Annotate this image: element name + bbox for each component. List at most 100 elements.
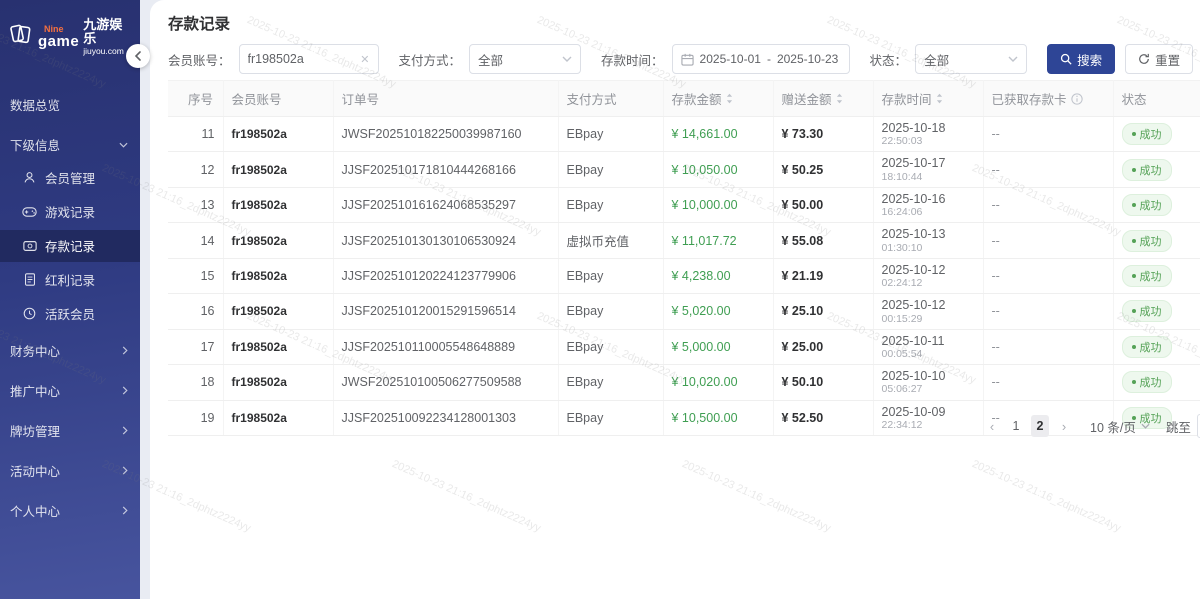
- cards-logo-icon: [8, 21, 34, 52]
- cell-amount: ¥ 14,661.00: [663, 117, 773, 152]
- deposit-date: 2025-10-12: [882, 298, 975, 312]
- sidebar-menu: 数据总览下级信息会员管理游戏记录存款记录红利记录活跃会员财务中心推广中心牌坊管理…: [0, 64, 140, 530]
- cell-method: EBpay: [558, 152, 663, 187]
- cell-no: 11: [168, 117, 223, 152]
- deposit-time: 05:06:27: [882, 383, 975, 395]
- cell-status: 成功: [1113, 117, 1200, 152]
- table-row: 12fr198502aJJSF202510171810444268166EBpa…: [168, 152, 1200, 187]
- refresh-icon: [1138, 53, 1150, 65]
- document-icon: [22, 273, 37, 286]
- cell-status: 成功: [1113, 258, 1200, 293]
- sidebar-item[interactable]: 会员管理: [0, 162, 140, 194]
- cell-amount: ¥ 4,238.00: [663, 258, 773, 293]
- status-text: 成功: [1140, 126, 1162, 142]
- date-end: 2025-10-23: [777, 52, 838, 66]
- cell-datetime: 2025-10-1202:24:12: [873, 258, 983, 293]
- filter-account: 会员账号： ✕: [168, 44, 379, 74]
- table-row: 14fr198502aJJSF202510130130106530924虚拟币充…: [168, 223, 1200, 258]
- jump-label: 跳至: [1166, 417, 1191, 436]
- reset-button[interactable]: 重置: [1125, 44, 1193, 74]
- status-value: 全部: [924, 50, 949, 69]
- cell-account: fr198502a: [223, 294, 333, 329]
- sidebar-collapse-button[interactable]: [126, 44, 150, 68]
- cell-no: 18: [168, 365, 223, 400]
- sidebar-item[interactable]: 个人中心: [0, 492, 140, 530]
- sidebar-item-label: 存款记录: [45, 236, 140, 255]
- status-select[interactable]: 全部: [915, 44, 1027, 74]
- cell-card: --: [983, 258, 1113, 293]
- payment-select[interactable]: 全部: [469, 44, 581, 74]
- records-table: 序号会员账号订单号支付方式存款金额赠送金额存款时间已获取存款卡状态 11fr19…: [168, 80, 1200, 436]
- sidebar-item[interactable]: 游戏记录: [0, 196, 140, 228]
- cell-datetime: 2025-10-1100:05:54: [873, 329, 983, 364]
- cell-status: 成功: [1113, 329, 1200, 364]
- next-page-button[interactable]: ›: [1055, 415, 1073, 437]
- pagination: ‹ 12 › 10 条/页 跳至 页: [980, 414, 1200, 438]
- cell-status: 成功: [1113, 187, 1200, 222]
- cell-amount: ¥ 10,000.00: [663, 187, 773, 222]
- cell-bonus: ¥ 55.08: [773, 223, 873, 258]
- column-label: 存款时间: [882, 89, 932, 108]
- sidebar-item-label: 财务中心: [10, 341, 122, 360]
- col-status: 状态: [1113, 81, 1200, 117]
- sidebar-item[interactable]: 推广中心: [0, 372, 140, 410]
- cell-datetime: 2025-10-0922:34:12: [873, 400, 983, 435]
- sidebar-item[interactable]: 红利记录: [0, 264, 140, 296]
- sidebar-item[interactable]: 活跃会员: [0, 298, 140, 330]
- sidebar-item-label: 牌坊管理: [10, 421, 122, 440]
- clock-icon: [22, 307, 37, 320]
- main-content: 存款记录 会员账号： ✕ 支付方式： 全部 存款时间： 2025-10-01 -…: [150, 0, 1200, 599]
- sort-icon[interactable]: [936, 93, 943, 104]
- sidebar-item[interactable]: 存款记录: [0, 230, 140, 262]
- sidebar-item[interactable]: 财务中心: [0, 332, 140, 370]
- cell-method: 虚拟币充值: [558, 223, 663, 258]
- sidebar-item[interactable]: 牌坊管理: [0, 412, 140, 450]
- clear-input-icon[interactable]: ✕: [360, 53, 369, 66]
- table-row: 16fr198502aJJSF202510120015291596514EBpa…: [168, 294, 1200, 329]
- sidebar-item[interactable]: 数据总览: [0, 90, 140, 120]
- column-label: 序号: [188, 89, 213, 108]
- sidebar-item[interactable]: 活动中心: [0, 452, 140, 490]
- sidebar-item[interactable]: 下级信息: [0, 130, 140, 160]
- table-row: 15fr198502aJJSF202510120224123779906EBpa…: [168, 258, 1200, 293]
- page-title: 存款记录: [168, 12, 230, 34]
- status-text: 成功: [1140, 374, 1162, 390]
- cell-no: 16: [168, 294, 223, 329]
- status-badge: 成功: [1122, 159, 1172, 181]
- cell-status: 成功: [1113, 152, 1200, 187]
- cell-amount: ¥ 11,017.72: [663, 223, 773, 258]
- status-text: 成功: [1140, 162, 1162, 178]
- chevron-right-icon: [122, 346, 128, 355]
- deposit-time: 01:30:10: [882, 242, 975, 254]
- page-number-button[interactable]: 2: [1031, 415, 1049, 437]
- column-label: 会员账号: [232, 89, 282, 108]
- date-range-picker[interactable]: 2025-10-01 - 2025-10-23: [672, 44, 850, 74]
- deposit-date: 2025-10-17: [882, 156, 975, 170]
- status-badge: 成功: [1122, 371, 1172, 393]
- sidebar-item-label: 活跃会员: [45, 304, 140, 323]
- page-size-select[interactable]: 10 条/页: [1090, 417, 1150, 436]
- sort-icon[interactable]: [726, 93, 733, 104]
- status-text: 成功: [1140, 303, 1162, 319]
- search-button[interactable]: 搜索: [1047, 44, 1115, 74]
- deposit-time: 00:05:54: [882, 348, 975, 360]
- column-label: 存款金额: [672, 89, 722, 108]
- chevron-right-icon: [122, 426, 128, 435]
- info-icon[interactable]: [1071, 93, 1083, 105]
- search-icon: [1060, 53, 1072, 65]
- cell-order: JJSF202510120015291596514: [333, 294, 558, 329]
- page-number-button[interactable]: 1: [1007, 415, 1025, 437]
- app-logo[interactable]: Nine game 九游娱乐 jiuyou.com: [0, 0, 140, 64]
- sort-icon[interactable]: [836, 93, 843, 104]
- chevron-down-icon: [1141, 423, 1150, 429]
- deposit-date: 2025-10-11: [882, 334, 975, 348]
- deposit-date: 2025-10-09: [882, 405, 975, 419]
- deposit-table: 序号会员账号订单号支付方式存款金额赠送金额存款时间已获取存款卡状态 11fr19…: [168, 80, 1200, 436]
- account-label: 会员账号：: [168, 50, 231, 69]
- cell-account: fr198502a: [223, 365, 333, 400]
- cell-method: EBpay: [558, 117, 663, 152]
- cell-order: JJSF202510171810444268166: [333, 152, 558, 187]
- prev-page-button[interactable]: ‹: [983, 415, 1001, 437]
- account-input[interactable]: [248, 52, 355, 66]
- sidebar-item-label: 数据总览: [10, 95, 140, 114]
